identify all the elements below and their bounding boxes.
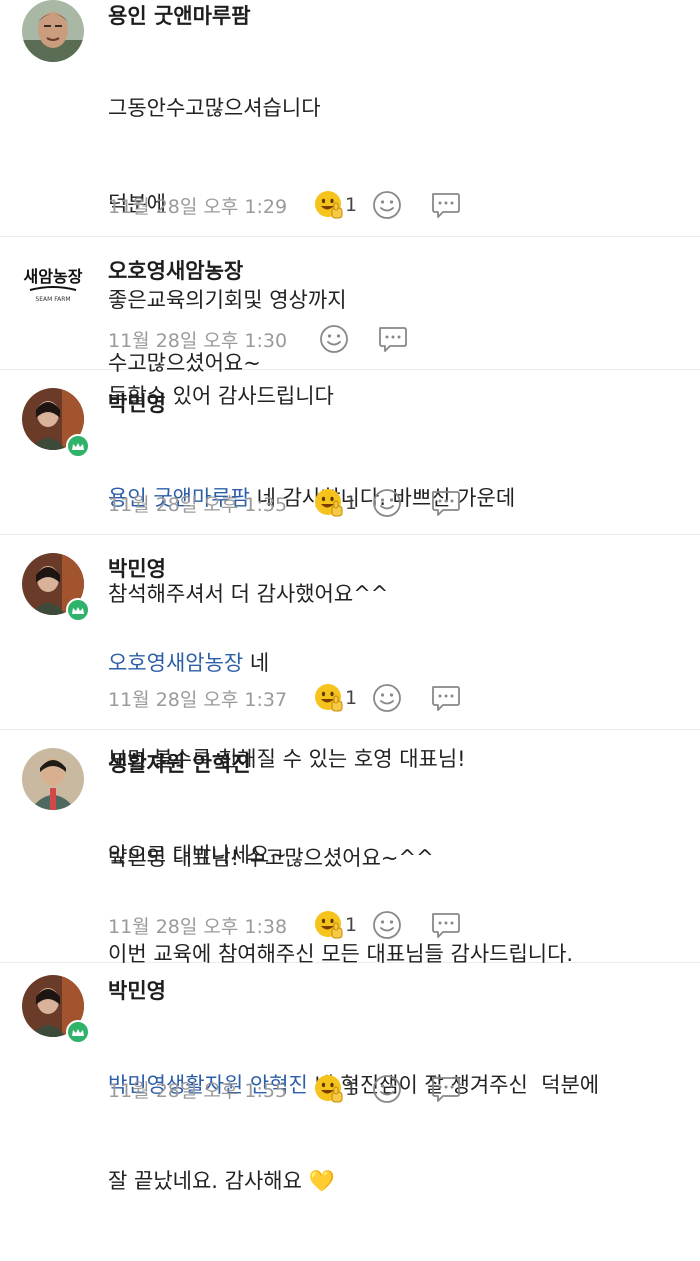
thumbs-up-emoji-icon (314, 1074, 343, 1103)
add-reaction-button[interactable] (371, 487, 403, 519)
speech-bubble-icon (432, 491, 460, 516)
comment-item: 생활자원 안혁진 박민영 대표님! 수고많으셨어요~^^ 이번 교육에 참여해주… (0, 730, 700, 966)
reaction-summary[interactable]: 1 (313, 189, 371, 221)
comment-item: 박민영 용인 굿앤마루팜 네 감사합니다. 바쁘신 가운데 참석해주셔서 더 감… (0, 370, 700, 606)
reply-button[interactable] (429, 189, 461, 221)
avatar[interactable]: 새암농장 SEAM FARM (22, 255, 84, 317)
reaction-summary[interactable]: 1 (313, 487, 371, 519)
comment-meta: 11월 28일 오후 1:37 1 (108, 683, 487, 713)
add-reaction-button[interactable] (318, 323, 350, 355)
comment-meta: 11월 28일 오후 1:29 1 (108, 190, 487, 220)
avatar[interactable] (22, 748, 84, 810)
comment-time: 11월 28일 오후 1:38 (108, 915, 288, 938)
comment-time: 11월 28일 오후 1:29 (108, 195, 288, 218)
smiley-icon (373, 1075, 401, 1103)
comment-item: 용인 굿앤마루팜 그동안수고많으셔습니다 덕분에 좋은교육의기회및 영상까지 득… (0, 0, 700, 408)
smiley-icon (373, 911, 401, 939)
speech-bubble-icon (432, 193, 460, 218)
reaction-summary[interactable]: 1 (313, 1073, 371, 1105)
add-reaction-button[interactable] (371, 909, 403, 941)
crown-icon (66, 1020, 90, 1044)
thumbs-up-emoji-icon (314, 683, 343, 712)
comment-time: 11월 28일 오후 1:35 (108, 493, 288, 516)
reply-button[interactable] (429, 682, 461, 714)
smiley-icon (373, 191, 401, 219)
reaction-count: 1 (345, 687, 358, 709)
comment-meta: 11월 28일 오후 1:38 1 (108, 910, 487, 940)
thumbs-up-emoji-icon (314, 488, 343, 517)
speech-bubble-icon (379, 327, 407, 352)
comment-author[interactable]: 오호영새암농장 (108, 255, 243, 285)
thumbs-up-emoji-icon (314, 910, 343, 939)
comment-author[interactable]: 용인 굿앤마루팜 (108, 0, 251, 30)
comment-text: 박민영생활자원 안혁진 네 혁진샘이 잘 챙겨주신 덕분에 잘 끝났네요. 감사… (108, 1073, 600, 1193)
comment-author[interactable]: 박민영 (108, 975, 166, 1005)
comment-time: 11월 28일 오후 1:30 (108, 329, 288, 352)
comment-time: 11월 28일 오후 1:37 (108, 688, 288, 711)
comment-item: 새암농장 SEAM FARM 오호영새암농장 수고많으셨어요~ 11월 28일 … (0, 237, 700, 375)
speech-bubble-icon (432, 913, 460, 938)
comment-item: 박민영 오호영새암농장 네 보면 볼수록 친해질 수 있는 호영 대표님! 앞으… (0, 535, 700, 867)
smiley-icon (373, 684, 401, 712)
avatar[interactable] (22, 0, 84, 62)
comment-time: 11월 28일 오후 1:55 (108, 1079, 288, 1102)
comment-meta: 11월 28일 오후 1:55 1 (108, 1074, 487, 1104)
avatar-logo-subtext: SEAM FARM (35, 296, 70, 303)
reply-button[interactable] (429, 909, 461, 941)
reaction-count: 1 (345, 914, 358, 936)
speech-bubble-icon (432, 686, 460, 711)
comment-meta: 11월 28일 오후 1:35 1 (108, 488, 487, 518)
reply-button[interactable] (376, 323, 408, 355)
reaction-count: 1 (345, 1078, 358, 1100)
reaction-count: 1 (345, 492, 358, 514)
reply-button[interactable] (429, 1073, 461, 1105)
comment-item: 박민영 박민영생활자원 안혁진 네 혁진샘이 잘 챙겨주신 덕분에 잘 끝났네요… (0, 963, 700, 1193)
crown-icon (66, 434, 90, 458)
smiley-icon (373, 489, 401, 517)
comment-author[interactable]: 생활자원 안혁진 (108, 748, 251, 778)
smiley-icon (320, 325, 348, 353)
reaction-count: 1 (345, 194, 358, 216)
reaction-summary[interactable]: 1 (313, 909, 371, 941)
mention-link[interactable]: 오호영새암농장 (108, 651, 243, 675)
add-reaction-button[interactable] (371, 1073, 403, 1105)
add-reaction-button[interactable] (371, 189, 403, 221)
add-reaction-button[interactable] (371, 682, 403, 714)
speech-bubble-icon (432, 1077, 460, 1102)
avatar-logo-text: 새암농장 (24, 267, 83, 286)
comment-meta: 11월 28일 오후 1:30 (108, 324, 434, 354)
reaction-summary[interactable]: 1 (313, 682, 371, 714)
reply-button[interactable] (429, 487, 461, 519)
crown-icon (66, 598, 90, 622)
comment-author[interactable]: 박민영 (108, 553, 166, 583)
comment-author[interactable]: 박민영 (108, 388, 166, 418)
thumbs-up-emoji-icon (314, 190, 343, 219)
